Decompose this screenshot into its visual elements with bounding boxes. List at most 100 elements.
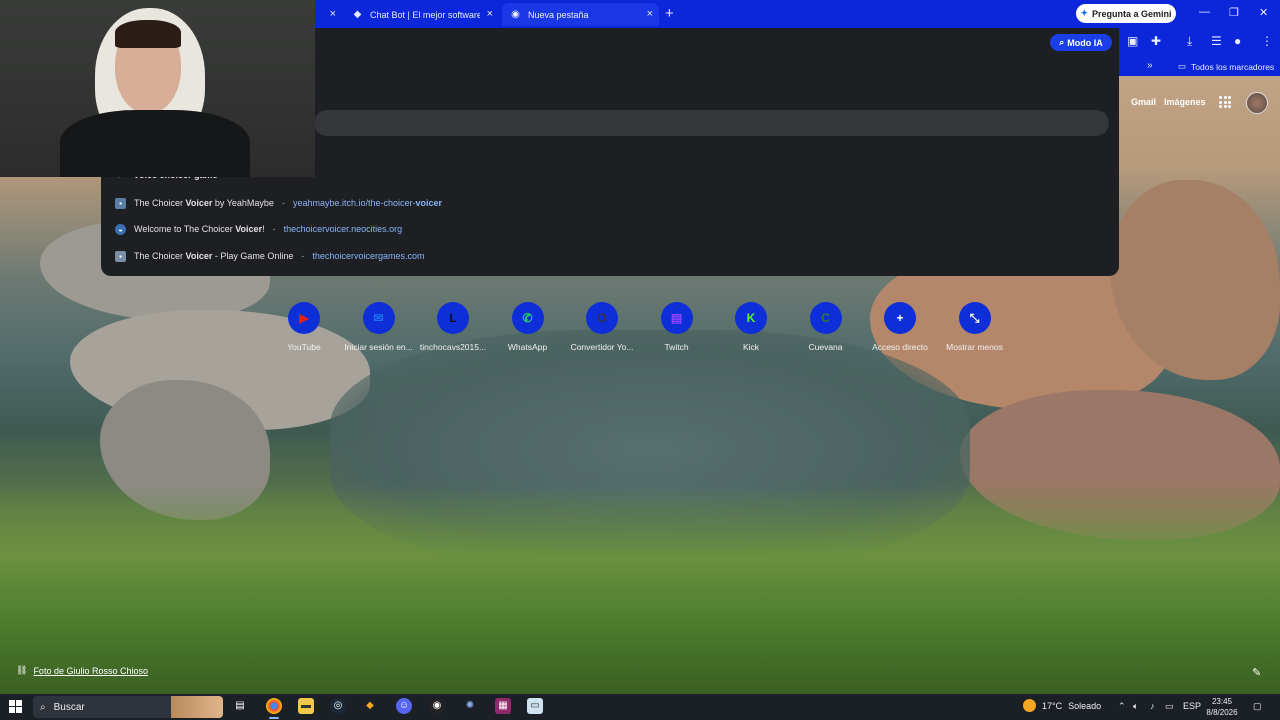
shortcut-tile[interactable]: ▶ YouTube xyxy=(268,302,340,352)
suggestion-row[interactable]: ◒ Welcome to The Choicer Voicer! - thech… xyxy=(115,222,402,236)
shortcut-glyph: K xyxy=(746,311,756,325)
suggestion-title: Welcome to The Choicer Voicer! xyxy=(134,224,265,234)
suggestion-row[interactable]: ▪ The Choicer Voicer - Play Game Online … xyxy=(115,249,424,263)
shortcut-glyph: ✆ xyxy=(522,311,533,325)
notification-icon[interactable]: ▢ xyxy=(1253,701,1262,712)
tab-new[interactable]: ◉ Nueva pestaña × xyxy=(502,3,659,26)
profile-avatar[interactable]: ● xyxy=(1234,34,1241,48)
customize-pencil-icon[interactable]: ✎ xyxy=(1252,666,1261,679)
gmail-link[interactable]: Gmail xyxy=(1131,97,1156,107)
winrar-icon[interactable]: ▦ xyxy=(495,698,511,714)
diamond-icon: ◆ xyxy=(353,9,362,20)
file-explorer-icon[interactable]: ▬ xyxy=(298,698,314,714)
screenshot-icon[interactable]: ▣ xyxy=(1127,34,1138,48)
shortcut-glyph: ⤡ xyxy=(969,310,980,325)
suggestion-url: thechoicervoicer.neocities.org xyxy=(283,224,403,234)
shortcut-glyph: C xyxy=(821,311,830,325)
modo-ia-label: Modo IA xyxy=(1067,37,1103,48)
language-indicator[interactable]: ESP xyxy=(1183,701,1201,711)
shortcut-glyph: L xyxy=(449,311,457,325)
new-tab-button[interactable]: + xyxy=(665,5,674,22)
close-button[interactable]: ✕ xyxy=(1259,6,1268,19)
network-icon[interactable]: ▭ xyxy=(1165,701,1174,712)
maximize-button[interactable]: ❐ xyxy=(1229,6,1239,19)
shortcut-tile[interactable]: ✉ Iniciar sesión en... xyxy=(343,302,415,352)
shortcut-tile[interactable]: Ltinchocavs2015... xyxy=(417,302,489,352)
tab-partial[interactable]: × xyxy=(318,3,342,26)
shortcut-label: Kick xyxy=(742,342,760,352)
sun-icon xyxy=(1023,699,1036,712)
tab-close-icon[interactable]: × xyxy=(487,8,493,20)
chevron-up-icon[interactable]: ⌃ xyxy=(1118,701,1126,712)
app-icon[interactable]: ◆ xyxy=(362,698,378,714)
shortcut-tile[interactable]: + Acceso directo xyxy=(864,302,936,352)
account-avatar[interactable] xyxy=(1246,92,1268,114)
shortcut-tile[interactable]: C Cuevana xyxy=(790,302,862,352)
shortcut-icon: ✉ xyxy=(362,302,395,334)
shortcut-tile[interactable]: O Convertidor Yo... xyxy=(566,302,638,352)
tab-chatbot[interactable]: ◆ Chat Bot | El mejor software pa × xyxy=(344,3,499,26)
shortcut-glyph: ▶ xyxy=(299,311,309,325)
photo-credit-link[interactable]: ⛓ Foto de Giulio Rosso Chioso xyxy=(16,665,148,676)
shortcut-label: Convertidor Yo... xyxy=(570,342,634,352)
clock-date: 8/8/2026 xyxy=(1206,708,1238,717)
weather-widget[interactable]: 17°C Soleado xyxy=(1023,699,1101,712)
extensions-icon[interactable]: ✚ xyxy=(1151,34,1161,48)
neocities-icon: ◒ xyxy=(115,223,126,235)
tab-title: Nueva pestaña xyxy=(528,9,589,20)
shortcut-tile[interactable]: ▤ Twitch xyxy=(641,302,713,352)
tab-close-icon[interactable]: × xyxy=(330,8,336,20)
search-icon: ⌕ xyxy=(1059,37,1065,47)
shortcut-label: Iniciar sesión en... xyxy=(344,342,413,352)
suggestion-url: thechoicervoicergames.com xyxy=(312,251,425,261)
separator: - xyxy=(281,198,285,208)
jacket xyxy=(60,110,250,177)
suggestion-title: The Choicer Voicer by YeahMaybe xyxy=(134,198,274,208)
link-icon: ⛓ xyxy=(16,665,28,675)
hair xyxy=(115,20,181,48)
menu-icon[interactable]: ⋮ xyxy=(1261,34,1273,48)
shortcut-glyph: ▤ xyxy=(670,311,683,325)
gemini-button[interactable]: ✦ Pregunta a Gemini xyxy=(1076,4,1176,23)
windows-start-icon[interactable] xyxy=(9,700,22,713)
clock-time: 23:45 xyxy=(1211,697,1233,706)
volume-icon[interactable]: 🔈︎ xyxy=(1133,701,1138,712)
shortcut-glyph: O xyxy=(597,311,607,325)
task-view-icon[interactable]: ▤ xyxy=(232,698,248,714)
google-apps-icon[interactable] xyxy=(1219,96,1231,108)
minimize-button[interactable]: — xyxy=(1199,6,1210,18)
shortcut-tile[interactable]: ⤡ Mostrar menos xyxy=(939,302,1011,352)
obs-icon[interactable]: ◉ xyxy=(429,698,445,714)
shortcut-label: Twitch xyxy=(664,342,689,352)
download-icon[interactable]: ⤓ xyxy=(1187,34,1192,49)
all-bookmarks-button[interactable]: ▭ Todos los marcadores xyxy=(1178,61,1274,72)
shortcut-tile[interactable]: K Kick xyxy=(715,302,787,352)
clock[interactable]: 23:45 8/8/2026 xyxy=(1203,696,1241,718)
tab-close-icon[interactable]: × xyxy=(647,8,653,20)
shortcut-label: YouTube xyxy=(287,342,321,352)
chrome-icon[interactable] xyxy=(266,698,282,719)
chrome-icon: ◉ xyxy=(511,9,520,20)
bookmarks-overflow-button[interactable]: » xyxy=(1147,60,1153,71)
taskbar-search[interactable]: ⌕ Buscar xyxy=(33,696,223,718)
microphone-icon[interactable]: ♪ xyxy=(1150,701,1155,711)
steam-icon[interactable]: ◎ xyxy=(330,698,346,714)
tab-search-icon[interactable]: ☰ xyxy=(1211,34,1222,48)
shortcut-tile[interactable]: ✆ WhatsApp xyxy=(492,302,564,352)
app-icon[interactable]: ✺ xyxy=(462,698,478,714)
shortcut-label: Cuevana xyxy=(808,342,843,352)
tab-title: Chat Bot | El mejor software pa xyxy=(370,9,480,20)
folder-icon: ▭ xyxy=(1178,61,1187,71)
shortcut-label: WhatsApp xyxy=(507,342,548,352)
modo-ia-button[interactable]: ⌕ Modo IA xyxy=(1050,34,1112,51)
images-link[interactable]: Imágenes xyxy=(1164,97,1206,107)
all-bookmarks-label: Todos los marcadores xyxy=(1191,61,1275,72)
omnibox-input[interactable] xyxy=(314,110,1109,136)
discord-icon[interactable]: ☺ xyxy=(396,698,412,714)
game-site-icon: ▪ xyxy=(115,250,126,262)
weather-temp: 17°C xyxy=(1042,700,1063,711)
suggestion-row[interactable]: ▪ The Choicer Voicer by YeahMaybe - yeah… xyxy=(115,196,442,210)
app-icon[interactable]: ▭ xyxy=(527,698,543,714)
search-highlight-image xyxy=(171,696,223,718)
shortcut-glyph: + xyxy=(896,311,904,325)
